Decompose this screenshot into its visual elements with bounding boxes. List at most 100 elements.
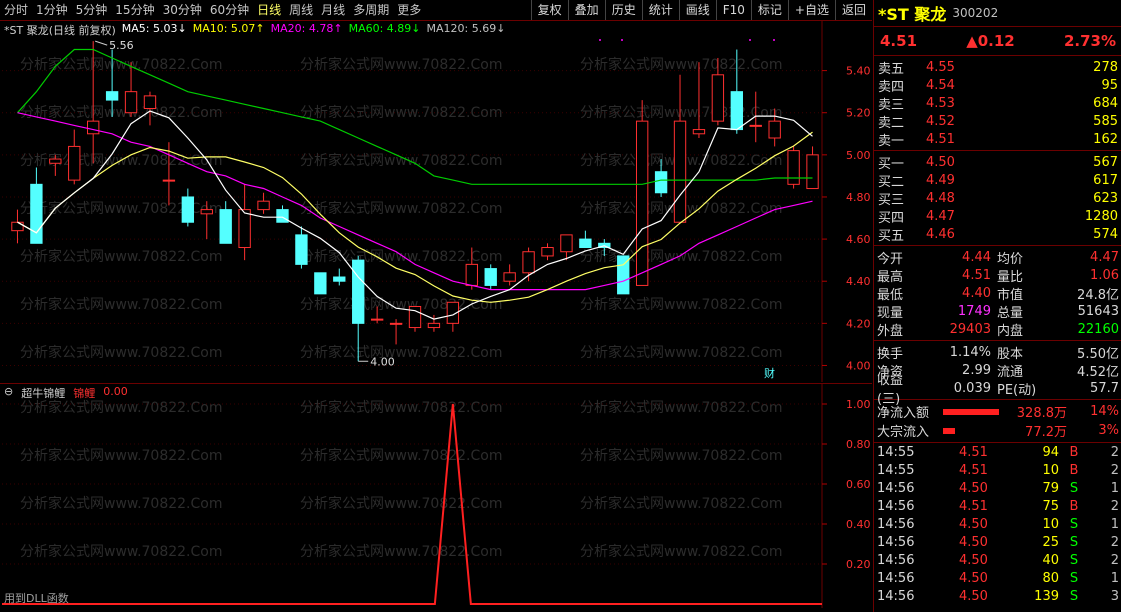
candle-body-42 [806, 154, 819, 190]
stat-row-0: 今开 4.44 均价 4.47 [874, 248, 1121, 267]
y-tick-label-7: 4.00 [846, 359, 871, 372]
watermark-text: 分析家公式网www.70822.Com [300, 543, 502, 560]
stat-label: 最高 [877, 269, 904, 285]
tick-list: 14:55 4.51 94 B 2 14:55 4.51 10 B 2 14:56 4.50 79 S 1 1… [874, 443, 1121, 605]
ask-price: 4.55 [926, 59, 955, 75]
candle-body-26 [503, 272, 516, 282]
tick-side: S [1069, 534, 1079, 550]
tab-6[interactable]: 日线 [257, 0, 281, 20]
ask-label: 卖五 [878, 61, 905, 77]
watermark-text: 分析家公式网www.70822.Com [20, 104, 222, 121]
watermark-text: 分析家公式网www.70822.Com [300, 399, 502, 416]
candle-body-15 [295, 234, 308, 265]
ind-tick-label-2: 0.60 [846, 478, 871, 491]
tick-volume: 139 [1034, 588, 1059, 604]
high-label: 5.56 [109, 39, 133, 52]
indicator-panel[interactable]: 分析家公式网www.70822.Com 分析家公式网www.70822.Com 分析… [0, 383, 872, 608]
tick-side: S [1069, 588, 1079, 604]
candle-body-7 [143, 95, 157, 110]
tab-0[interactable]: 分时 [4, 0, 28, 20]
tool-button-0[interactable]: 复权 [530, 0, 568, 20]
fund-label: 股本 [997, 346, 1024, 362]
tick-time: 14:56 [877, 552, 915, 568]
tool-button-4[interactable]: 画线 [678, 0, 716, 20]
tab-1[interactable]: 1分钟 [36, 0, 68, 20]
flow-pct: 3% [1098, 423, 1119, 438]
watermark-text: 分析家公式网www.70822.Com [300, 495, 502, 512]
tick-count: 1 [1110, 516, 1119, 532]
candle-body-36 [692, 129, 706, 135]
tab-10[interactable]: 更多 [397, 0, 421, 20]
indicator-svg[interactable]: 分析家公式网www.70822.Com 分析家公式网www.70822.Com 分析… [0, 384, 872, 608]
stock-code: 300202 [952, 6, 999, 20]
candle-body-12 [238, 209, 251, 249]
tool-button-3[interactable]: 统计 [641, 0, 679, 20]
tick-time: 14:56 [877, 516, 915, 532]
ma-label-1: MA10: 5.07↑ [192, 22, 265, 35]
stat-row-3: 现量 1749 总量 51643 [874, 302, 1121, 321]
tool-button-1[interactable]: 叠加 [567, 0, 605, 20]
kline-svg[interactable]: 5.405.205.004.804.604.404.204.00分析家公式网ww… [0, 21, 872, 382]
candle-body-2 [49, 158, 62, 164]
bid-price: 4.49 [926, 172, 955, 188]
tick-count: 1 [1110, 480, 1119, 496]
tool-button-2[interactable]: 历史 [604, 0, 642, 20]
marker-dot-3 [773, 39, 775, 41]
tab-8[interactable]: 月线 [321, 0, 345, 20]
fund-label: 换手 [877, 346, 904, 362]
watermark-text: 分析家公式网www.70822.Com [580, 399, 782, 416]
tool-button-8[interactable]: 返回 [834, 0, 872, 20]
tab-2[interactable]: 5分钟 [76, 0, 108, 20]
tool-button-6[interactable]: 标记 [750, 0, 788, 20]
tool-button-5[interactable]: F10 [715, 0, 751, 20]
stat-value: 4.51 [962, 267, 991, 283]
tick-side: B [1069, 444, 1079, 460]
tab-4[interactable]: 30分钟 [163, 0, 202, 20]
stat-value: 1749 [957, 303, 991, 319]
flow-bar [943, 427, 955, 434]
tab-9[interactable]: 多周期 [353, 0, 389, 20]
ask-row-4: 卖一 4.51 162 [874, 130, 1121, 149]
tick-count: 2 [1110, 462, 1119, 478]
tick-row-1: 14:55 4.51 10 B 2 [874, 461, 1121, 479]
stat-label: 最低 [877, 287, 904, 303]
bid-label: 买五 [878, 228, 905, 244]
ma-label-2: MA20: 4.78↑ [270, 22, 343, 35]
tick-count: 2 [1110, 552, 1119, 568]
tick-volume: 94 [1042, 444, 1059, 460]
watermark-text: 分析家公式网www.70822.Com [20, 447, 222, 464]
stat-label: 今开 [877, 251, 904, 267]
tick-row-0: 14:55 4.51 94 B 2 [874, 443, 1121, 461]
candle-body-22 [427, 322, 441, 329]
quote-panel: *ST 聚龙 300202 4.51 ▲0.12 2.73% 卖五 4.55 278… [873, 0, 1121, 612]
ask-label: 卖四 [878, 79, 905, 95]
tick-side: B [1069, 498, 1079, 514]
ask-price: 4.53 [926, 95, 955, 111]
kline-chart[interactable]: 5.40 5.20 5.00 4.80 4.60 4.40 4.20 4.00 分析家公式网ww… [0, 21, 872, 382]
tab-5[interactable]: 60分钟 [210, 0, 249, 20]
ask-label: 卖一 [878, 133, 905, 149]
tab-7[interactable]: 周线 [289, 0, 313, 20]
fund-value: 5.50亿 [1077, 346, 1119, 362]
bid-row-1: 买二 4.49 617 [874, 171, 1121, 190]
watermark-text: 分析家公式网www.70822.Com [300, 344, 502, 361]
watermark-text: 分析家公式网www.70822.Com [580, 56, 782, 73]
tab-3[interactable]: 15分钟 [115, 0, 154, 20]
tool-button-7[interactable]: +自选 [787, 0, 835, 20]
chart-title: *ST 聚龙(日线 前复权) [4, 24, 116, 37]
tick-price: 4.50 [959, 480, 988, 496]
tick-volume: 79 [1042, 480, 1059, 496]
fund-value: 1.14% [949, 344, 991, 360]
ask-volume: 95 [1101, 77, 1118, 93]
quote-header: *ST 聚龙 300202 [874, 0, 1121, 27]
bid-volume: 567 [1093, 154, 1118, 170]
quote-stats: 今开 4.44 均价 4.47 最高 4.51 量比 1.06 最低 4.40 市值 24.8亿 现量 1… [874, 246, 1121, 341]
fund-value: 0.039 [953, 380, 991, 396]
candle-body-3 [68, 145, 81, 181]
price-row: 4.51 ▲0.12 2.73% [874, 27, 1121, 56]
fund-value: 4.52亿 [1077, 364, 1119, 380]
indicator-collapse-icon[interactable]: ⊖ [4, 385, 13, 401]
y-tick-label-0: 5.40 [846, 65, 871, 78]
tick-time: 14:55 [877, 462, 915, 478]
ask-volume: 162 [1093, 131, 1118, 147]
